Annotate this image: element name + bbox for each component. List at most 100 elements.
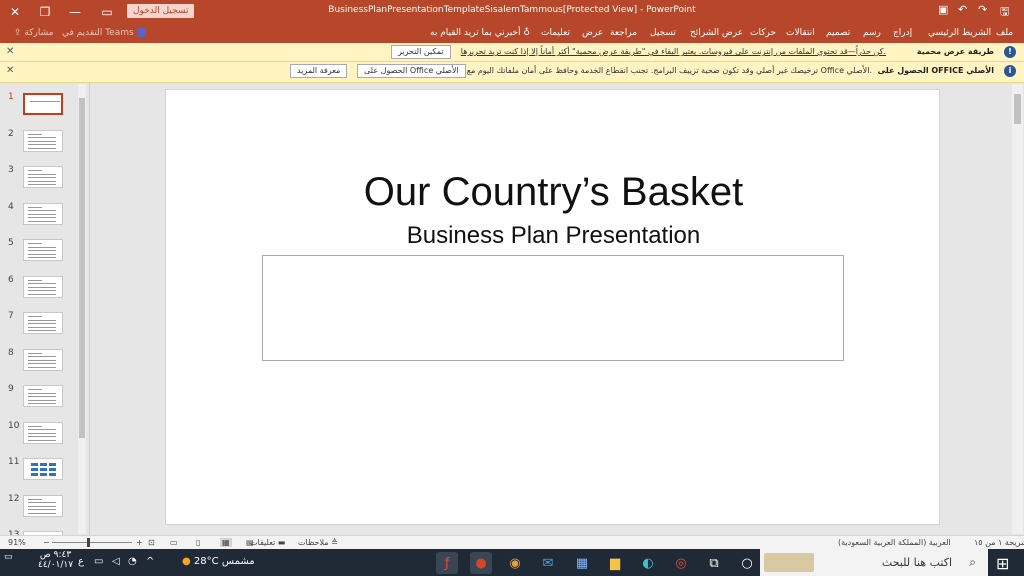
lightbulb-icon: ♁ [523,28,530,38]
slide-title[interactable]: Our Country’s Basket [166,170,941,215]
zoom-level[interactable]: 91% [8,538,26,547]
zoom-slider-knob[interactable] [87,538,90,547]
tab-slideshow[interactable]: عرض الشرائح [690,28,743,38]
slide-thumbnail[interactable] [23,385,63,407]
close-icon[interactable]: ✕ [6,46,14,57]
input-language[interactable]: ع [78,556,84,567]
ribbon-display-options-icon[interactable]: ▭ [92,0,122,24]
volume-icon[interactable]: ◁ [112,556,120,567]
tab-help[interactable]: تعليمات [541,28,570,38]
thumbnail-scrollbar[interactable] [78,84,86,534]
zoom-slider[interactable] [52,542,132,543]
teams-present-button[interactable]: التقديم في Teams [62,28,146,38]
tab-insert[interactable]: إدراج [893,28,912,38]
flash-app-icon[interactable]: ƒ [436,552,458,574]
thumbnail-number: 9 [8,384,14,394]
tab-draw[interactable]: رسم [863,28,881,38]
slide-thumbnail[interactable] [23,421,63,444]
slide-thumbnail[interactable] [23,458,63,480]
tab-animations[interactable]: حركات [750,28,776,38]
notification-icon[interactable]: ▭ [4,552,13,563]
slide-subtitle[interactable]: Business Plan Presentation [166,222,941,250]
save-icon[interactable]: 🖫 [1000,3,1009,22]
notes-button[interactable]: ملاحظات ≜ [298,538,338,547]
chrome-canary-app-icon[interactable]: ◉ [504,552,526,574]
windows-start-icon[interactable]: ⊞ [996,554,1009,573]
tell-me-search[interactable]: أخبرني بما تريد القيام به ♁ [430,28,530,38]
show-hidden-icons[interactable]: ^ [146,556,154,567]
slide-thumbnail[interactable] [23,312,63,334]
scroll-thumb[interactable] [79,98,85,438]
mail-app-icon[interactable]: ✉ [537,552,559,574]
edge-app-icon[interactable]: ◐ [637,552,659,574]
slide-thumbnail[interactable] [23,166,63,188]
reading-view-icon[interactable]: ▯ [196,538,200,547]
tab-record[interactable]: تسجيل [650,28,676,38]
minimize-window-button[interactable]: — [60,0,90,24]
tab-home[interactable]: الشريط الرئيسي [928,28,991,38]
info-icon: i [1004,65,1016,77]
slide-thumbnail[interactable] [23,494,63,517]
undo-icon[interactable]: ↶ [958,3,967,16]
share-button[interactable]: ⇪ مشاركة [14,28,53,38]
wifi-icon[interactable]: ◔ [128,556,137,567]
comments-button[interactable]: تعليقات ▬ [250,538,285,547]
tab-design[interactable]: تصميم [826,28,850,38]
thumbnail-number: 1 [8,92,14,102]
slide-thumbnail[interactable] [23,348,63,371]
weather-temp: 28°C [193,556,219,567]
weather-widget[interactable]: ● 28°C مشمس [182,556,255,567]
signin-button[interactable]: تسجيل الدخول [127,4,195,18]
content-placeholder[interactable] [262,255,844,361]
redo-icon[interactable]: ↷ [978,3,987,16]
tab-file[interactable]: ملف [996,28,1013,38]
battery-icon[interactable]: ▭ [94,556,103,567]
thumbnail-number: 4 [8,201,14,212]
fit-slide-icon[interactable]: ⊡ [148,538,155,547]
clock-time: ٩:٤٣ ص [39,550,72,560]
weather-text: مشمس [221,556,255,567]
zoom-in-icon[interactable]: + [136,538,143,547]
close-icon[interactable]: ✕ [6,65,14,76]
cortana-icon[interactable]: ○ [736,552,758,574]
slide-thumbnail[interactable] [23,275,63,298]
share-label: مشاركة [24,28,54,38]
slide-canvas[interactable]: Our Country’s Basket Business Plan Prese… [165,89,940,525]
slide-counter: شريحة ١ من ١٥ [974,538,1024,547]
get-genuine-office-button[interactable]: الحصول على Office الأصلي [357,64,466,78]
language-indicator[interactable]: العربية (المملكة العربية السعودية) [838,538,951,547]
learn-more-button[interactable]: معرفة المزيد [290,64,348,78]
slide-thumbnail[interactable] [23,239,63,261]
tab-view[interactable]: عرض [582,28,603,38]
file-explorer-icon[interactable]: ▆ [604,552,626,574]
tab-transitions[interactable]: انتقالات [786,28,815,38]
present-icon[interactable]: ▣ [938,3,948,16]
powerpoint-app-icon[interactable]: ● [470,552,492,574]
protected-view-message[interactable]: كن حذراً—قد تحتوي الملفات من إنترنت على … [461,47,886,56]
thumbnail-number: 6 [8,274,14,285]
clock[interactable]: ٩:٤٣ ص ٤٤/٠١/١٧ [38,550,73,570]
zoom-out-icon[interactable]: − [43,538,50,547]
slide-thumbnail[interactable] [23,129,63,152]
tab-review[interactable]: مراجعة [610,28,637,38]
slide-thumbnail[interactable] [23,93,63,115]
task-view-icon[interactable]: ⧉ [703,552,725,574]
taskbar-search[interactable]: اكتب هنا للبحث ⌕ [760,549,988,576]
normal-view-icon[interactable]: ▦ [220,538,232,547]
chrome-app-icon[interactable]: ◎ [670,552,692,574]
restore-window-button[interactable]: ❐ [30,0,60,24]
slide-scrollbar[interactable] [1012,84,1023,534]
store-app-icon[interactable]: ▦ [571,552,593,574]
thumbnail-number: 2 [8,128,14,139]
slide-thumbnail[interactable] [23,202,63,225]
title-bar: ✕ ❐ — ▭ تسجيل الدخول BusinessPlanPresent… [0,0,1024,24]
enable-editing-button[interactable]: تمكين التحرير [391,45,451,59]
scroll-thumb[interactable] [1014,94,1021,124]
teams-label: التقديم في Teams [62,28,134,38]
tell-me-label: أخبرني بما تريد القيام به [430,28,521,38]
status-bar: 91% − + ⊡ ▭ ▯ ▦ ▤ تعليقات ▬ ملاحظات ≜ ال… [0,535,1024,549]
thumbnail-number: 5 [8,238,14,248]
protected-view-title: طريقة عرض محمية [916,47,994,56]
close-window-button[interactable]: ✕ [0,0,30,24]
slideshow-view-icon[interactable]: ▭ [170,538,178,547]
